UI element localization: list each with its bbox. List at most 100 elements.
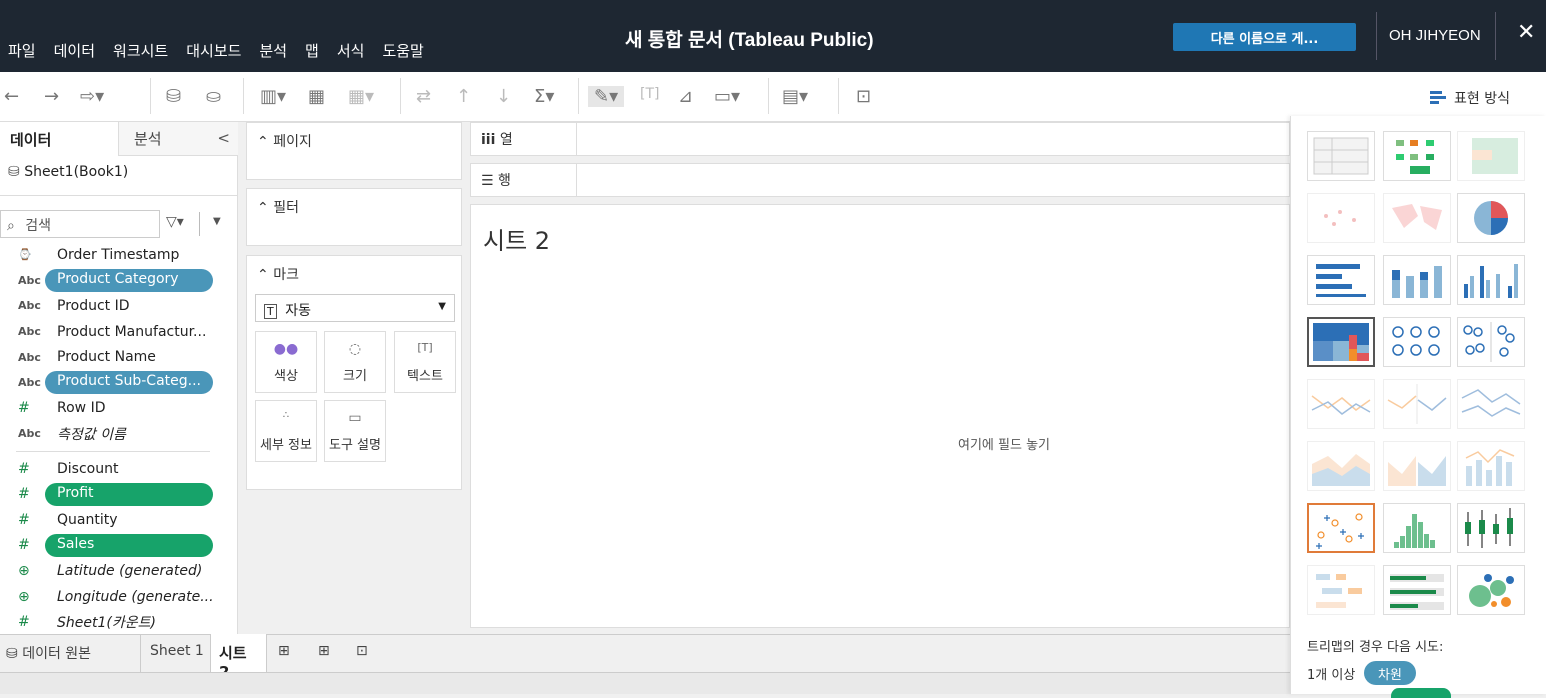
- menu-help[interactable]: 도움말: [382, 40, 423, 61]
- menu-data[interactable]: 데이터: [54, 40, 95, 61]
- chart-gantt[interactable]: [1307, 565, 1375, 615]
- sheet-title[interactable]: 시트 2: [483, 221, 550, 256]
- chart-side-by-side-circles[interactable]: [1457, 317, 1525, 367]
- datasource-item[interactable]: ⛁ Sheet1(Book1): [8, 164, 128, 180]
- field-item[interactable]: ⊕ Longitude (generate...: [0, 584, 238, 610]
- chart-discrete-lines[interactable]: [1383, 379, 1451, 429]
- field-item[interactable]: # Profit: [0, 481, 238, 507]
- new-datasource-icon[interactable]: ⛁: [166, 86, 181, 107]
- swap-icon[interactable]: ⇄: [416, 86, 431, 107]
- chart-side-by-side-bars[interactable]: [1457, 255, 1525, 305]
- chart-packed-bubbles[interactable]: [1457, 565, 1525, 615]
- chart-bullet-graph[interactable]: [1383, 565, 1451, 615]
- menu-map[interactable]: 맵: [305, 40, 319, 61]
- collapse-icon[interactable]: <: [217, 129, 230, 147]
- highlight-icon[interactable]: ✎▾: [588, 86, 625, 107]
- redo-icon[interactable]: ⇨▾: [80, 86, 104, 107]
- save-as-button[interactable]: 다른 이름으로 게...: [1173, 23, 1356, 51]
- tab-data[interactable]: 데이터: [10, 129, 51, 150]
- chart-horizontal-bars[interactable]: [1307, 255, 1375, 305]
- back-icon[interactable]: ←: [4, 86, 19, 107]
- size-button[interactable]: ◌ 크기: [324, 331, 386, 393]
- datasource-tab[interactable]: ⛁ 데이터 원본: [6, 643, 91, 663]
- field-item[interactable]: # Discount: [0, 456, 238, 482]
- aggregate-icon[interactable]: Σ▾: [534, 86, 554, 107]
- fix-axes-icon[interactable]: ⊿: [678, 86, 693, 107]
- share-icon[interactable]: ⊡: [856, 86, 871, 107]
- divider: [140, 635, 141, 673]
- search-input[interactable]: ⌕ 검색: [0, 210, 160, 238]
- chart-symbol-map[interactable]: [1307, 193, 1375, 243]
- field-item[interactable]: Abc Product Name: [0, 344, 238, 370]
- chart-highlight-table[interactable]: [1457, 131, 1525, 181]
- field-item[interactable]: ⌚ Order Timestamp: [0, 242, 238, 268]
- rows-shelf[interactable]: ☰ 행: [470, 163, 1290, 197]
- new-story-icon[interactable]: ⊡: [356, 643, 368, 659]
- chart-continuous-lines[interactable]: [1307, 379, 1375, 429]
- clear-sheet-icon[interactable]: ▦▾: [348, 86, 374, 107]
- field-item[interactable]: Abc Product Sub-Categ...: [0, 370, 238, 396]
- tab-analysis[interactable]: 분석 <: [118, 122, 238, 156]
- color-button[interactable]: ●● 색상: [255, 331, 317, 393]
- chart-text-table[interactable]: [1307, 131, 1375, 181]
- sheet-tab-active[interactable]: 시트 2: [210, 634, 267, 681]
- field-label: Longitude (generate...: [57, 588, 214, 605]
- field-item[interactable]: ⊕ Latitude (generated): [0, 558, 238, 584]
- mark-type-select[interactable]: T 자동 ▼: [255, 294, 455, 322]
- chart-pie[interactable]: [1457, 193, 1525, 243]
- chart-treemap[interactable]: [1307, 317, 1375, 367]
- new-worksheet-icon[interactable]: ▥▾: [260, 86, 286, 107]
- sort-descending-icon[interactable]: ↓: [496, 86, 511, 107]
- sort-ascending-icon[interactable]: ↑: [456, 86, 471, 107]
- presentation-icon[interactable]: ▤▾: [782, 86, 808, 107]
- new-dashboard-icon[interactable]: ⊞: [318, 643, 330, 659]
- label-button[interactable]: [T] 텍스트: [394, 331, 456, 393]
- user-name[interactable]: OH JIHYEON: [1389, 27, 1481, 44]
- labels-icon[interactable]: [T]: [640, 86, 659, 102]
- chart-dual-combination[interactable]: [1457, 441, 1525, 491]
- field-item[interactable]: # Sheet1(카운트): [0, 609, 238, 635]
- menu-format[interactable]: 서식: [337, 40, 365, 61]
- show-me-button[interactable]: 표현 방식: [1430, 82, 1546, 114]
- field-label: Product ID: [57, 297, 130, 314]
- pause-updates-icon[interactable]: ⛀: [206, 86, 221, 107]
- close-icon[interactable]: ✕: [1517, 20, 1535, 45]
- duplicate-sheet-icon[interactable]: ▦: [308, 86, 325, 107]
- chart-box-plot[interactable]: [1457, 503, 1525, 553]
- chart-area-continuous[interactable]: [1307, 441, 1375, 491]
- forward-icon[interactable]: →: [44, 86, 59, 107]
- field-item[interactable]: Abc Product ID: [0, 293, 238, 319]
- field-label: Latitude (generated): [57, 562, 203, 579]
- field-item[interactable]: # Quantity: [0, 507, 238, 533]
- menu-file[interactable]: 파일: [8, 40, 36, 61]
- detail-button[interactable]: ∴ 세부 정보: [255, 400, 317, 462]
- pages-card[interactable]: ⌃ 페이지: [246, 122, 462, 180]
- columns-shelf[interactable]: iii 열: [470, 122, 1290, 156]
- field-item[interactable]: # Sales: [0, 533, 238, 559]
- filter-icon[interactable]: ▽▾: [166, 214, 184, 230]
- fit-icon[interactable]: ▭▾: [714, 86, 740, 107]
- divider: [0, 195, 238, 196]
- sheet-tab[interactable]: Sheet 1: [150, 643, 204, 659]
- menu-analysis[interactable]: 분석: [259, 40, 287, 61]
- filters-card[interactable]: ⌃ 필터: [246, 188, 462, 246]
- view-canvas[interactable]: 시트 2 여기에 필드 놓기: [470, 204, 1290, 628]
- menu-worksheet[interactable]: 워크시트: [113, 40, 168, 61]
- menu-dashboard[interactable]: 대시보드: [186, 40, 241, 61]
- field-item[interactable]: Abc 측정값 이름: [0, 421, 238, 447]
- new-worksheet-icon[interactable]: ⊞: [278, 643, 290, 659]
- chart-histogram[interactable]: [1383, 503, 1451, 553]
- tooltip-button[interactable]: ▭ 도구 설명: [324, 400, 386, 462]
- chart-filled-map[interactable]: [1383, 193, 1451, 243]
- chart-heat-map[interactable]: [1383, 131, 1451, 181]
- field-item[interactable]: Abc Product Category: [0, 268, 238, 294]
- field-item[interactable]: # Row ID: [0, 396, 238, 422]
- chart-circle-views[interactable]: [1383, 317, 1451, 367]
- field-label: Product Sub-Categ...: [45, 371, 213, 395]
- chart-stacked-bars[interactable]: [1383, 255, 1451, 305]
- chevron-down-icon[interactable]: ▼: [213, 216, 221, 227]
- chart-area-discrete[interactable]: [1383, 441, 1451, 491]
- chart-scatter-plot[interactable]: [1307, 503, 1375, 553]
- chart-dual-lines[interactable]: [1457, 379, 1525, 429]
- field-item[interactable]: Abc Product Manufactur...: [0, 319, 238, 345]
